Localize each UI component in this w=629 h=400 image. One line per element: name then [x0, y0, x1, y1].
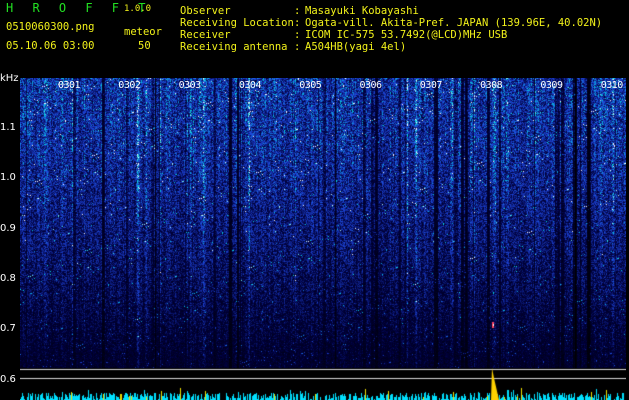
frequency-tick-label: 0.8	[0, 272, 16, 284]
frequency-tick-label: 1.1	[0, 122, 16, 133]
meteor-count: 50	[138, 40, 151, 52]
antenna-separator: :	[294, 41, 301, 53]
frequency-unit-label: kHz	[0, 73, 19, 84]
frequency-tick-label: 1.0	[0, 172, 16, 184]
time-tick-label: 0306	[359, 80, 383, 91]
receiver-key: Receiver	[180, 29, 231, 41]
observation-datetime: 05.10.06 03:00	[6, 40, 95, 52]
frequency-tick-label: 0.7	[0, 323, 16, 335]
time-tick-label: 0309	[540, 80, 563, 91]
receiver-separator: :	[294, 29, 301, 41]
time-tick-label: 0304	[238, 80, 262, 91]
location-key: Receiving Location	[180, 17, 294, 29]
meteor-label: meteor	[124, 26, 162, 38]
time-tick-label: 0302	[118, 80, 141, 91]
observer-separator: :	[294, 5, 301, 17]
spectrogram-image	[20, 78, 626, 400]
app-version: 1.0.0	[124, 4, 152, 14]
location-value: Ogata-vill. Akita-Pref. JAPAN (139.96E, …	[305, 17, 603, 29]
time-tick-label: 0310	[600, 80, 624, 91]
header-panel: H R O F F T 1.0.0 0510060300.png meteor …	[0, 0, 629, 78]
time-tick-label: 0305	[299, 80, 322, 91]
location-separator: :	[294, 17, 301, 29]
antenna-value: A504HB(yagi 4el)	[305, 41, 407, 53]
time-tick-label: 0303	[178, 80, 202, 91]
time-tick-label: 0301	[58, 80, 81, 91]
frequency-tick-label: 0.6	[0, 373, 16, 385]
receiver-value: ICOM IC-575 53.7492(@LCD)MHz USB	[305, 29, 508, 41]
frequency-tick-label: 0.9	[0, 222, 16, 234]
time-tick-label: 0308	[480, 80, 503, 91]
file-name: 0510060300.png	[6, 21, 95, 33]
observer-key: Observer	[180, 5, 231, 17]
spectrogram-plot: 0301 0302 0303 0304 0305 0306 0307 0308 0309 0310	[20, 78, 626, 400]
observer-value: Masayuki Kobayashi	[305, 5, 419, 17]
antenna-key: Receiving antenna	[180, 41, 288, 53]
time-tick-label: 0307	[419, 80, 443, 91]
